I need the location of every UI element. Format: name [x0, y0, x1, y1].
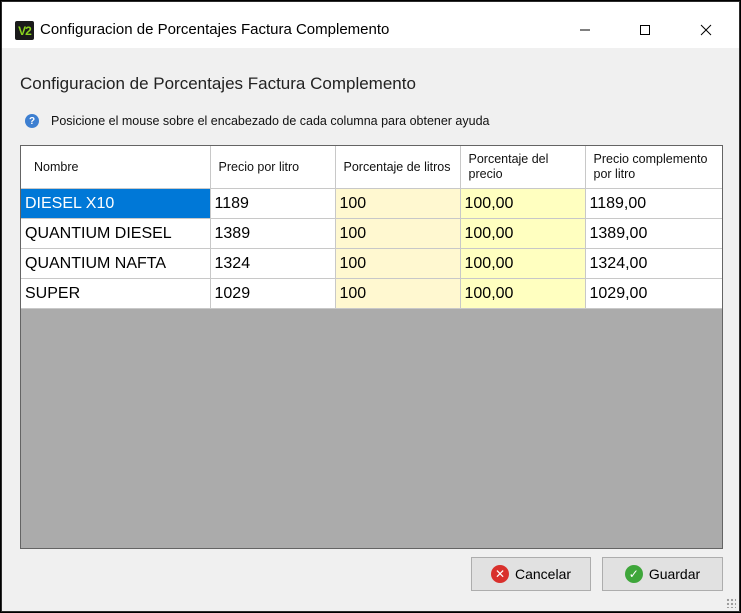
cancel-x-icon: ✕: [490, 565, 509, 583]
cell-precio-complemento[interactable]: 1389,00: [585, 218, 722, 249]
save-button[interactable]: ✓ Guardar: [602, 557, 723, 591]
cell-nombre[interactable]: QUANTIUM DIESEL: [21, 218, 211, 249]
cell-nombre[interactable]: SUPER: [21, 278, 211, 309]
maximize-icon: [640, 25, 650, 35]
minimize-button[interactable]: [562, 12, 608, 48]
check-icon: ✓: [624, 565, 643, 583]
title-bar[interactable]: V2 Configuracion de Porcentajes Factura …: [2, 2, 739, 48]
cell-porcentaje-litros[interactable]: 100: [335, 188, 461, 219]
cancel-button[interactable]: ✕ Cancelar: [471, 557, 591, 591]
cell-porcentaje-litros[interactable]: 100: [335, 248, 461, 279]
grid-table: Nombre Precio por litro Porcentaje de li…: [21, 146, 722, 309]
cell-precio-litro[interactable]: 1389: [210, 218, 336, 249]
dialog-window: V2 Configuracion de Porcentajes Factura …: [1, 1, 740, 612]
column-header-porcentaje-precio[interactable]: Porcentaje del precio: [460, 146, 586, 189]
cell-porcentaje-precio[interactable]: 100,00: [460, 278, 586, 309]
close-button[interactable]: [683, 12, 729, 48]
table-row[interactable]: SUPER 1029 100 100,00 1029,00: [21, 278, 722, 309]
close-icon: [700, 24, 712, 36]
table-row[interactable]: QUANTIUM NAFTA 1324 100 100,00 1324,00: [21, 248, 722, 279]
cell-precio-litro[interactable]: 1189: [210, 188, 336, 219]
cell-porcentaje-litros[interactable]: 100: [335, 218, 461, 249]
save-button-label: Guardar: [648, 566, 701, 582]
column-header-nombre[interactable]: Nombre: [21, 146, 211, 189]
column-header-precio-complemento[interactable]: Precio complemento por litro: [585, 146, 722, 189]
data-grid[interactable]: Nombre Precio por litro Porcentaje de li…: [20, 145, 723, 549]
help-text: Posicione el mouse sobre el encabezado d…: [51, 114, 490, 128]
cell-porcentaje-precio[interactable]: 100,00: [460, 188, 586, 219]
cell-precio-complemento[interactable]: 1029,00: [585, 278, 722, 309]
page-title: Configuracion de Porcentajes Factura Com…: [20, 74, 416, 93]
header-row: Nombre Precio por litro Porcentaje de li…: [21, 146, 722, 189]
cell-precio-complemento[interactable]: 1189,00: [585, 188, 722, 219]
cell-precio-litro[interactable]: 1029: [210, 278, 336, 309]
question-icon: ?: [25, 114, 39, 128]
cancel-button-label: Cancelar: [514, 566, 572, 582]
app-logo-icon: V2: [15, 21, 34, 40]
cell-porcentaje-litros[interactable]: 100: [335, 278, 461, 309]
table-row[interactable]: QUANTIUM DIESEL 1389 100 100,00 1389,00: [21, 218, 722, 249]
window-title: Configuracion de Porcentajes Factura Com…: [40, 21, 390, 38]
cell-precio-complemento[interactable]: 1324,00: [585, 248, 722, 279]
cell-porcentaje-precio[interactable]: 100,00: [460, 218, 586, 249]
table-row[interactable]: DIESEL X10 1189 100 100,00 1189,00: [21, 188, 722, 219]
resize-grip-icon[interactable]: [726, 598, 736, 608]
cell-precio-litro[interactable]: 1324: [210, 248, 336, 279]
column-header-precio-litro[interactable]: Precio por litro: [210, 146, 336, 189]
cell-nombre[interactable]: DIESEL X10: [21, 188, 211, 219]
maximize-button[interactable]: [622, 12, 668, 48]
cell-nombre[interactable]: QUANTIUM NAFTA: [21, 248, 211, 279]
column-header-porcentaje-litros[interactable]: Porcentaje de litros: [335, 146, 461, 189]
minimize-icon: [580, 29, 590, 31]
cell-porcentaje-precio[interactable]: 100,00: [460, 248, 586, 279]
